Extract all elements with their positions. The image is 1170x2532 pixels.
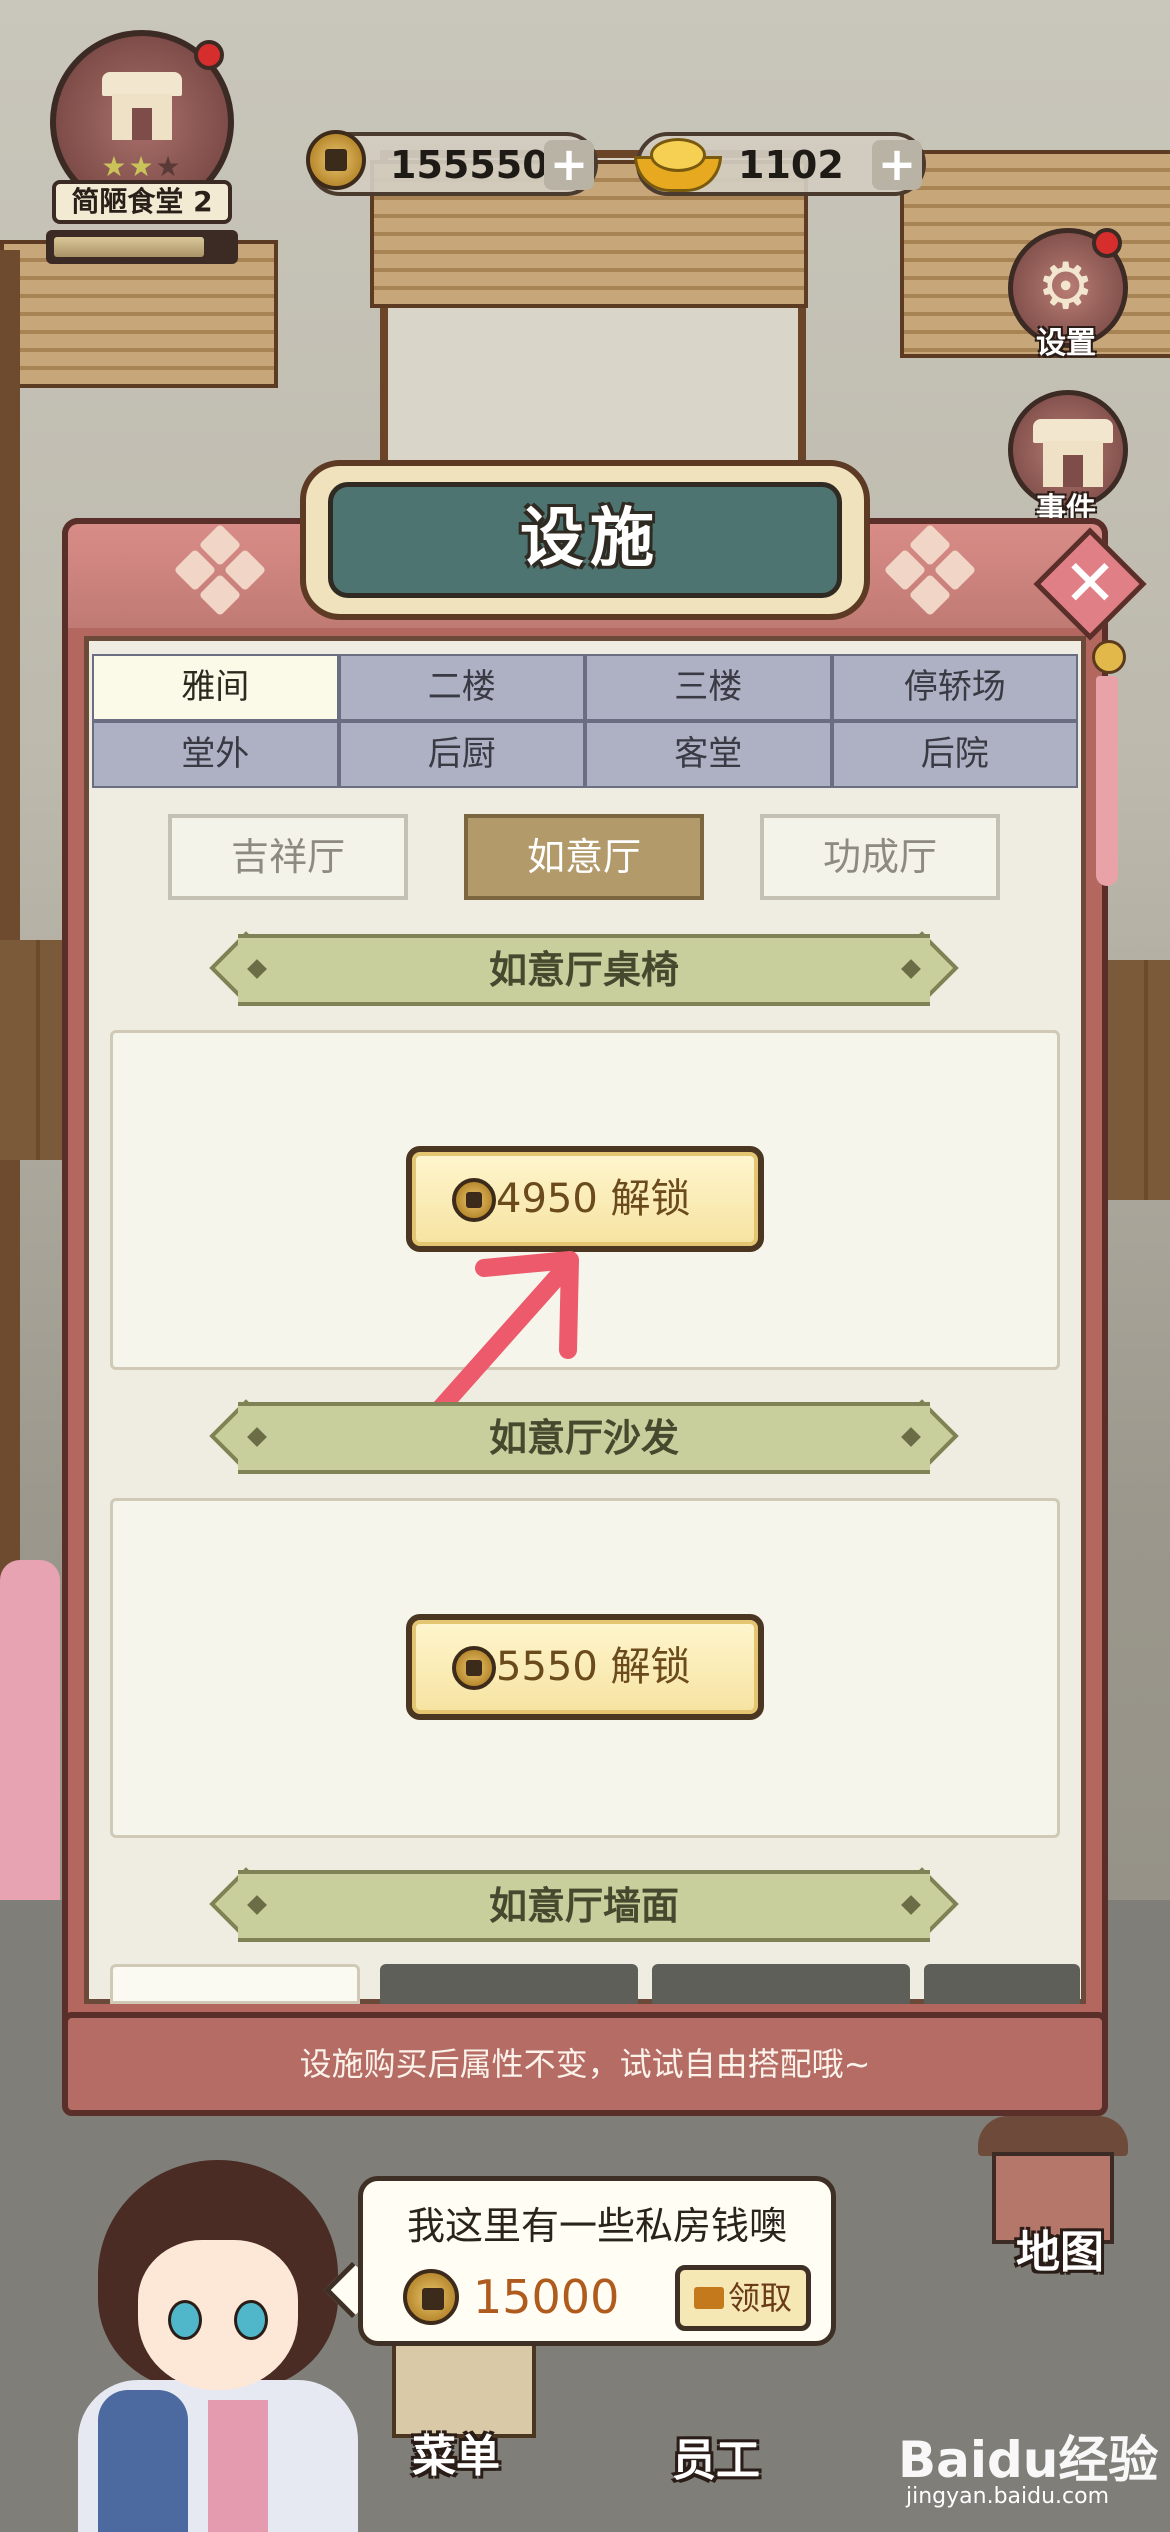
- notification-dot: [194, 40, 224, 70]
- flower-ornament-icon: [173, 523, 267, 617]
- coin-amount: 155550: [390, 143, 549, 187]
- panel-title-plaque: 设施: [300, 460, 870, 620]
- footer-tip: 设施购买后属性不变，试试自由搭配哦~: [299, 2045, 871, 2083]
- close-icon: ✕: [1063, 547, 1117, 621]
- rating-stars: ★★★: [92, 150, 192, 183]
- restaurant-house-icon: [102, 72, 182, 142]
- menu-button[interactable]: 菜单: [412, 2420, 500, 2484]
- watermark-logo: Baidu经验: [898, 2431, 1159, 2489]
- panel-footer: 设施购买后属性不变，试试自由搭配哦~: [62, 2012, 1108, 2116]
- unlock-sofa-label: 5550 解锁: [496, 1644, 691, 1690]
- subtab-1[interactable]: 如意厅: [464, 814, 704, 900]
- floor-tabs: 雅间 二楼 三楼 停轿场堂外 后厨 客堂 后院: [92, 654, 1078, 788]
- restaurant-name: 简陋食堂 2: [52, 180, 232, 224]
- copper-coin-icon: [306, 130, 366, 190]
- tab-2[interactable]: 三楼: [587, 656, 830, 719]
- ingot-amount: 1102: [738, 143, 844, 187]
- right-shelf: [1108, 960, 1170, 1200]
- map-button[interactable]: 地图: [1016, 2216, 1104, 2280]
- speech-bubble: 我这里有一些私房钱噢 15000 领取: [358, 2176, 836, 2346]
- reward-amount: 15000: [473, 2270, 620, 2324]
- level-progress-bar: [46, 230, 238, 264]
- panel-title: 设施: [520, 502, 660, 576]
- speech-text: 我这里有一些私房钱噢: [406, 2204, 787, 2248]
- gold-ingot-icon: [634, 138, 722, 192]
- npc-character[interactable]: [58, 2130, 388, 2532]
- wall-option[interactable]: [110, 1964, 360, 2004]
- tassel-ornament: [1086, 640, 1126, 890]
- watermark-url: jingyan.baidu.com: [906, 2484, 1110, 2509]
- section-title-sofa: 如意厅沙发: [488, 1416, 679, 1460]
- tab-4[interactable]: 堂外: [94, 723, 337, 786]
- flower-ornament-icon: [883, 523, 977, 617]
- claim-label: 领取: [728, 2279, 793, 2317]
- video-camera-icon: [694, 2287, 724, 2309]
- tab-6[interactable]: 客堂: [587, 723, 830, 786]
- copper-coin-icon: [452, 1646, 496, 1690]
- star-icon: ★: [128, 150, 156, 183]
- section-banner-wall: 如意厅墙面: [209, 1867, 959, 1942]
- add-coins-button[interactable]: +: [544, 140, 594, 190]
- pink-curtain: [0, 1560, 60, 1940]
- wall-option[interactable]: [924, 1964, 1080, 2004]
- left-shelf: [0, 940, 62, 1160]
- subtab-0[interactable]: 吉祥厅: [168, 814, 408, 900]
- section-title-wall: 如意厅墙面: [488, 1884, 679, 1928]
- wall-option[interactable]: [380, 1964, 638, 2004]
- star-icon: ★: [101, 150, 129, 183]
- level-progress-fill: [54, 237, 204, 257]
- staff-button[interactable]: 员工: [672, 2424, 760, 2488]
- close-button[interactable]: ✕: [1033, 527, 1147, 641]
- tab-0[interactable]: 雅间: [94, 656, 337, 719]
- unlock-sofa-button[interactable]: 5550 解锁: [406, 1614, 764, 1720]
- settings-notification-dot: [1092, 228, 1122, 258]
- ingot-counter: 1102 +: [634, 132, 926, 196]
- claim-button[interactable]: 领取: [675, 2265, 811, 2331]
- section-title-tables: 如意厅桌椅: [488, 948, 679, 992]
- section-banner-sofa: 如意厅沙发: [209, 1399, 959, 1474]
- tab-1[interactable]: 二楼: [340, 656, 583, 719]
- section-banner-tables: 如意厅桌椅: [209, 931, 959, 1006]
- tab-7[interactable]: 后院: [833, 723, 1076, 786]
- tab-5[interactable]: 后厨: [340, 723, 583, 786]
- restaurant-badge[interactable]: ★★★ 简陋食堂 2: [44, 30, 240, 264]
- settings-label: 设置: [1036, 326, 1096, 361]
- subtab-2[interactable]: 功成厅: [760, 814, 1000, 900]
- copper-coin-icon: [452, 1178, 496, 1222]
- gear-icon: ⚙: [1037, 250, 1095, 324]
- house-icon: [1033, 419, 1113, 489]
- tab-3[interactable]: 停轿场: [833, 656, 1076, 719]
- coin-counter: 155550 +: [306, 130, 598, 196]
- add-ingots-button[interactable]: +: [872, 140, 922, 190]
- wall-option[interactable]: [652, 1964, 910, 2004]
- copper-coin-icon: [403, 2269, 459, 2325]
- unlock-tables-label: 4950 解锁: [496, 1176, 691, 1222]
- unlock-tables-button[interactable]: 4950 解锁: [406, 1146, 764, 1252]
- star-icon: ★: [155, 150, 183, 183]
